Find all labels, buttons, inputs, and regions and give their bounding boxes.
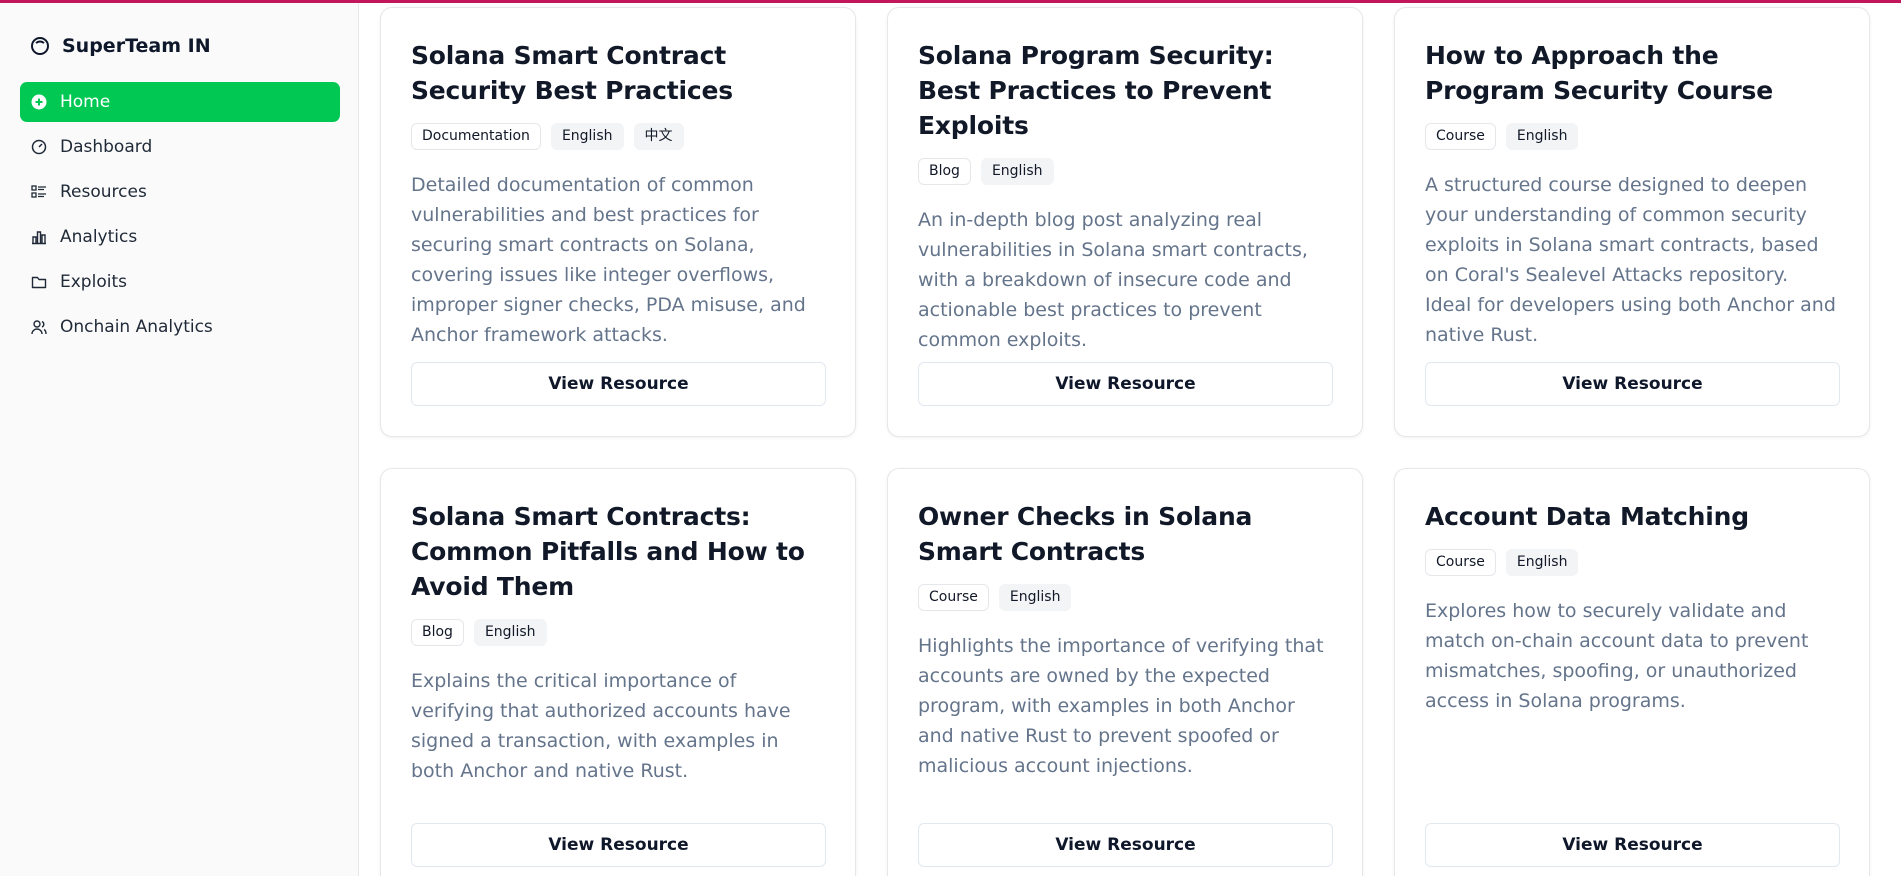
tag: Documentation — [411, 123, 541, 150]
sidebar-item-onchain-analytics[interactable]: Onchain Analytics — [20, 307, 340, 347]
card-tags: Course English — [1425, 123, 1839, 150]
tag: Course — [1425, 123, 1496, 150]
card-description: An in-depth blog post analyzing real vul… — [918, 209, 1308, 351]
card-title: Solana Program Security: Best Practices … — [918, 41, 1274, 140]
folder-icon — [30, 273, 48, 291]
view-resource-button[interactable]: View Resource — [1425, 823, 1840, 867]
tag: English — [980, 158, 1054, 185]
card-description: Explores how to securely validate and ma… — [1425, 600, 1809, 712]
tag: Course — [1425, 549, 1496, 576]
tag: English — [550, 123, 624, 150]
card-title: Solana Smart Contract Security Best Prac… — [411, 41, 733, 105]
bar-chart-icon — [30, 228, 48, 246]
card-tags: Blog English — [918, 158, 1332, 185]
tag: Course — [918, 584, 989, 611]
tag: Blog — [411, 619, 464, 646]
resource-card: Account Data Matching Course English Exp… — [1394, 468, 1870, 876]
card-title: Account Data Matching — [1425, 502, 1749, 531]
sidebar-item-home[interactable]: Home — [20, 82, 340, 122]
gauge-icon — [30, 138, 48, 156]
resource-card: Solana Smart Contract Security Best Prac… — [380, 7, 856, 437]
card-description: Highlights the importance of verifying t… — [918, 635, 1324, 777]
card-tags: Blog English — [411, 619, 825, 646]
resource-card: Owner Checks in Solana Smart Contracts C… — [887, 468, 1363, 876]
card-description: Explains the critical importance of veri… — [411, 670, 791, 782]
resources-grid: Solana Smart Contract Security Best Prac… — [359, 3, 1901, 876]
sidebar-item-label: Exploits — [60, 272, 127, 292]
brand[interactable]: SuperTeam IN — [30, 33, 211, 59]
card-tags: Course English — [1425, 549, 1839, 576]
view-resource-button[interactable]: View Resource — [918, 362, 1333, 406]
logo-icon — [31, 37, 49, 55]
users-icon — [30, 318, 48, 336]
card-title: How to Approach the Program Security Cou… — [1425, 41, 1773, 105]
tag: English — [998, 584, 1072, 611]
sidebar-nav: Home Dashboard Resources Analytics Explo… — [20, 82, 340, 352]
resource-card: How to Approach the Program Security Cou… — [1394, 7, 1870, 437]
resource-card: Solana Program Security: Best Practices … — [887, 7, 1363, 437]
card-title: Solana Smart Contracts: Common Pitfalls … — [411, 502, 805, 601]
card-description: Detailed documentation of common vulnera… — [411, 174, 806, 346]
tag: English — [1505, 123, 1579, 150]
sidebar-item-label: Resources — [60, 182, 147, 202]
card-description: A structured course designed to deepen y… — [1425, 174, 1836, 346]
sidebar-item-label: Analytics — [60, 227, 138, 247]
tag: English — [1505, 549, 1579, 576]
sidebar: SuperTeam IN Home Dashboard Resources An… — [0, 3, 359, 876]
sidebar-item-analytics[interactable]: Analytics — [20, 217, 340, 257]
sidebar-item-label: Dashboard — [60, 137, 153, 157]
sidebar-item-label: Onchain Analytics — [60, 317, 213, 337]
card-tags: Documentation English 中文 — [411, 123, 825, 150]
sidebar-item-exploits[interactable]: Exploits — [20, 262, 340, 302]
list-icon — [30, 183, 48, 201]
view-resource-button[interactable]: View Resource — [411, 362, 826, 406]
sidebar-item-resources[interactable]: Resources — [20, 172, 340, 212]
tag: English — [473, 619, 547, 646]
brand-name: SuperTeam IN — [62, 35, 211, 57]
sidebar-item-label: Home — [60, 92, 111, 112]
tag: 中文 — [633, 123, 684, 150]
view-resource-button[interactable]: View Resource — [1425, 362, 1840, 406]
plus-circle-icon — [30, 93, 48, 111]
tag: Blog — [918, 158, 971, 185]
sidebar-item-dashboard[interactable]: Dashboard — [20, 127, 340, 167]
view-resource-button[interactable]: View Resource — [918, 823, 1333, 867]
card-tags: Course English — [918, 584, 1332, 611]
view-resource-button[interactable]: View Resource — [411, 823, 826, 867]
resource-card: Solana Smart Contracts: Common Pitfalls … — [380, 468, 856, 876]
card-title: Owner Checks in Solana Smart Contracts — [918, 502, 1253, 566]
